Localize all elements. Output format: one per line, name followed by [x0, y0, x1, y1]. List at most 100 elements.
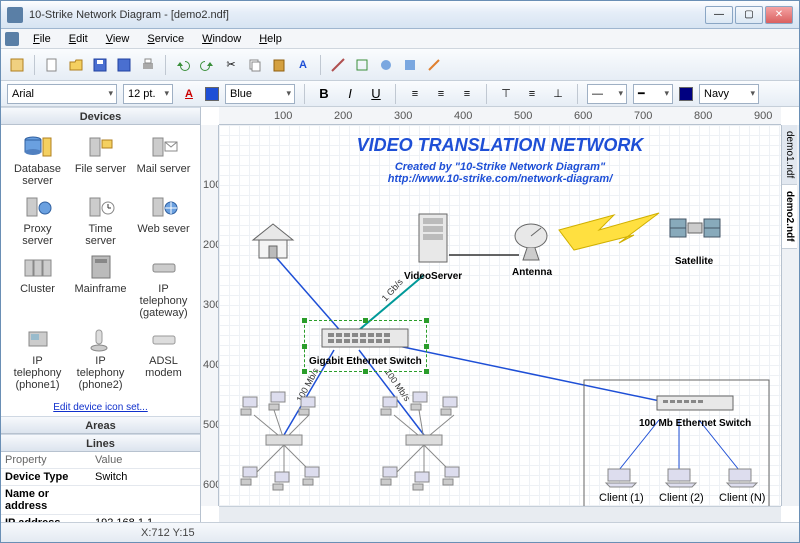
window-title: 10-Strike Network Diagram - [demo2.ndf]	[29, 9, 705, 21]
line-color-swatch[interactable]	[679, 87, 693, 101]
node-pc[interactable]	[267, 390, 293, 415]
diagram-canvas[interactable]: VIDEO TRANSLATION NETWORK Created by "10…	[219, 125, 781, 506]
device-ip-phone1[interactable]: IP telephony (phone1)	[7, 323, 68, 393]
line-width-combo[interactable]: ━	[633, 84, 673, 104]
node-antenna[interactable]: Antenna	[509, 220, 555, 278]
menu-view[interactable]: View	[98, 31, 138, 47]
redo-icon[interactable]	[197, 55, 217, 75]
edit-icon-set-link[interactable]: Edit device icon set...	[1, 399, 200, 416]
node-pc[interactable]	[301, 465, 327, 490]
text-icon[interactable]: A	[293, 55, 313, 75]
menu-service[interactable]: Service	[139, 31, 192, 47]
valign2-icon[interactable]: ≡	[522, 84, 542, 104]
copy-icon[interactable]	[245, 55, 265, 75]
node-client2[interactable]: Client (2)	[659, 465, 704, 504]
prop-row[interactable]: IP address192.168.1.1	[1, 515, 200, 522]
diagram-subtitle[interactable]: Created by "10-Strike Network Diagram"ht…	[388, 161, 613, 185]
print-icon[interactable]	[138, 55, 158, 75]
node-gigabit-switch[interactable]: Gigabit Ethernet Switch	[304, 320, 427, 372]
node-hub2[interactable]	[404, 433, 444, 450]
font-color-combo[interactable]: Blue	[225, 84, 295, 104]
device-cluster[interactable]: Cluster	[7, 251, 68, 321]
tool3-icon[interactable]	[376, 55, 396, 75]
font-size-combo[interactable]: 12 pt.	[123, 84, 173, 104]
node-pc[interactable]	[379, 395, 405, 420]
font-color-icon[interactable]: A	[179, 84, 199, 104]
lines-header[interactable]: Lines	[1, 434, 200, 452]
tool2-icon[interactable]	[352, 55, 372, 75]
open-icon[interactable]	[66, 55, 86, 75]
node-clientn[interactable]: Client (N)	[719, 465, 765, 504]
tool5-icon[interactable]	[424, 55, 444, 75]
node-pc[interactable]	[411, 470, 437, 495]
minimize-button[interactable]: —	[705, 6, 733, 24]
font-family-combo[interactable]: Arial	[7, 84, 117, 104]
node-hub1[interactable]	[264, 433, 304, 450]
node-pc[interactable]	[379, 465, 405, 490]
tab-demo1[interactable]: demo1.ndf	[782, 125, 797, 185]
valign1-icon[interactable]: ⊤	[496, 84, 516, 104]
node-satellite[interactable]: Satellite	[664, 205, 724, 267]
ruler-vertical: 100200300400500600	[201, 125, 219, 506]
node-pc[interactable]	[439, 395, 465, 420]
maximize-button[interactable]: ▢	[735, 6, 763, 24]
align-left-icon[interactable]: ≡	[405, 84, 425, 104]
properties-grid: PropertyValue Device TypeSwitch Name or …	[1, 452, 200, 522]
node-pc[interactable]	[239, 465, 265, 490]
prop-row[interactable]: Name or address	[1, 486, 200, 515]
device-mail-server[interactable]: Mail server	[133, 131, 194, 189]
document-tabs: demo1.ndf demo2.ndf	[781, 125, 799, 506]
device-file-server[interactable]: File server	[70, 131, 131, 189]
device-web-server[interactable]: Web sever	[133, 191, 194, 249]
scrollbar-horizontal[interactable]	[219, 506, 781, 522]
align-center-icon[interactable]: ≡	[431, 84, 451, 104]
node-pc[interactable]	[409, 390, 435, 415]
node-pc[interactable]	[239, 395, 265, 420]
node-videoserver[interactable]: VideoServer	[404, 210, 462, 282]
device-proxy-server[interactable]: Proxy server	[7, 191, 68, 249]
underline-button[interactable]: U	[366, 84, 386, 104]
menu-edit[interactable]: Edit	[61, 31, 96, 47]
menu-help[interactable]: Help	[251, 31, 290, 47]
wizard-icon[interactable]	[7, 55, 27, 75]
valign3-icon[interactable]: ⊥	[548, 84, 568, 104]
line-style-combo[interactable]: —	[587, 84, 627, 104]
font-color-swatch[interactable]	[205, 87, 219, 101]
node-client1[interactable]: Client (1)	[599, 465, 644, 504]
node-pc[interactable]	[271, 470, 297, 495]
align-right-icon[interactable]: ≡	[457, 84, 477, 104]
menu-window[interactable]: Window	[194, 31, 249, 47]
undo-icon[interactable]	[173, 55, 193, 75]
tab-demo2[interactable]: demo2.ndf	[782, 185, 797, 249]
node-pc[interactable]	[297, 395, 323, 420]
bold-button[interactable]: B	[314, 84, 334, 104]
mdi-icon	[5, 32, 19, 46]
device-ip-gateway[interactable]: IP telephony (gateway)	[133, 251, 194, 321]
italic-button[interactable]: I	[340, 84, 360, 104]
saveas-icon[interactable]	[114, 55, 134, 75]
statusbar: X:712 Y:15	[1, 522, 799, 542]
tool1-icon[interactable]	[328, 55, 348, 75]
menu-file[interactable]: File	[25, 31, 59, 47]
line-color-combo[interactable]: Navy	[699, 84, 759, 104]
device-adsl-modem[interactable]: ADSL modem	[133, 323, 194, 393]
prop-row[interactable]: Device TypeSwitch	[1, 469, 200, 486]
paste-icon[interactable]	[269, 55, 289, 75]
node-pc[interactable]	[441, 465, 467, 490]
device-time-server[interactable]: Time server	[70, 191, 131, 249]
save-icon[interactable]	[90, 55, 110, 75]
close-button[interactable]: ✕	[765, 6, 793, 24]
diagram-title[interactable]: VIDEO TRANSLATION NETWORK	[357, 135, 644, 156]
menubar: File Edit View Service Window Help	[1, 29, 799, 49]
areas-header[interactable]: Areas	[1, 416, 200, 434]
device-ip-phone2[interactable]: IP telephony (phone2)	[70, 323, 131, 393]
new-icon[interactable]	[42, 55, 62, 75]
link-label-1gbs: 1 Gb/s	[380, 277, 405, 303]
node-house[interactable]	[249, 220, 297, 265]
device-mainframe[interactable]: Mainframe	[70, 251, 131, 321]
node-100mb-switch[interactable]: 100 Mb Ethernet Switch	[639, 393, 751, 429]
devices-header[interactable]: Devices	[1, 107, 200, 125]
tool4-icon[interactable]	[400, 55, 420, 75]
device-database-server[interactable]: Database server	[7, 131, 68, 189]
cut-icon[interactable]: ✂	[221, 55, 241, 75]
